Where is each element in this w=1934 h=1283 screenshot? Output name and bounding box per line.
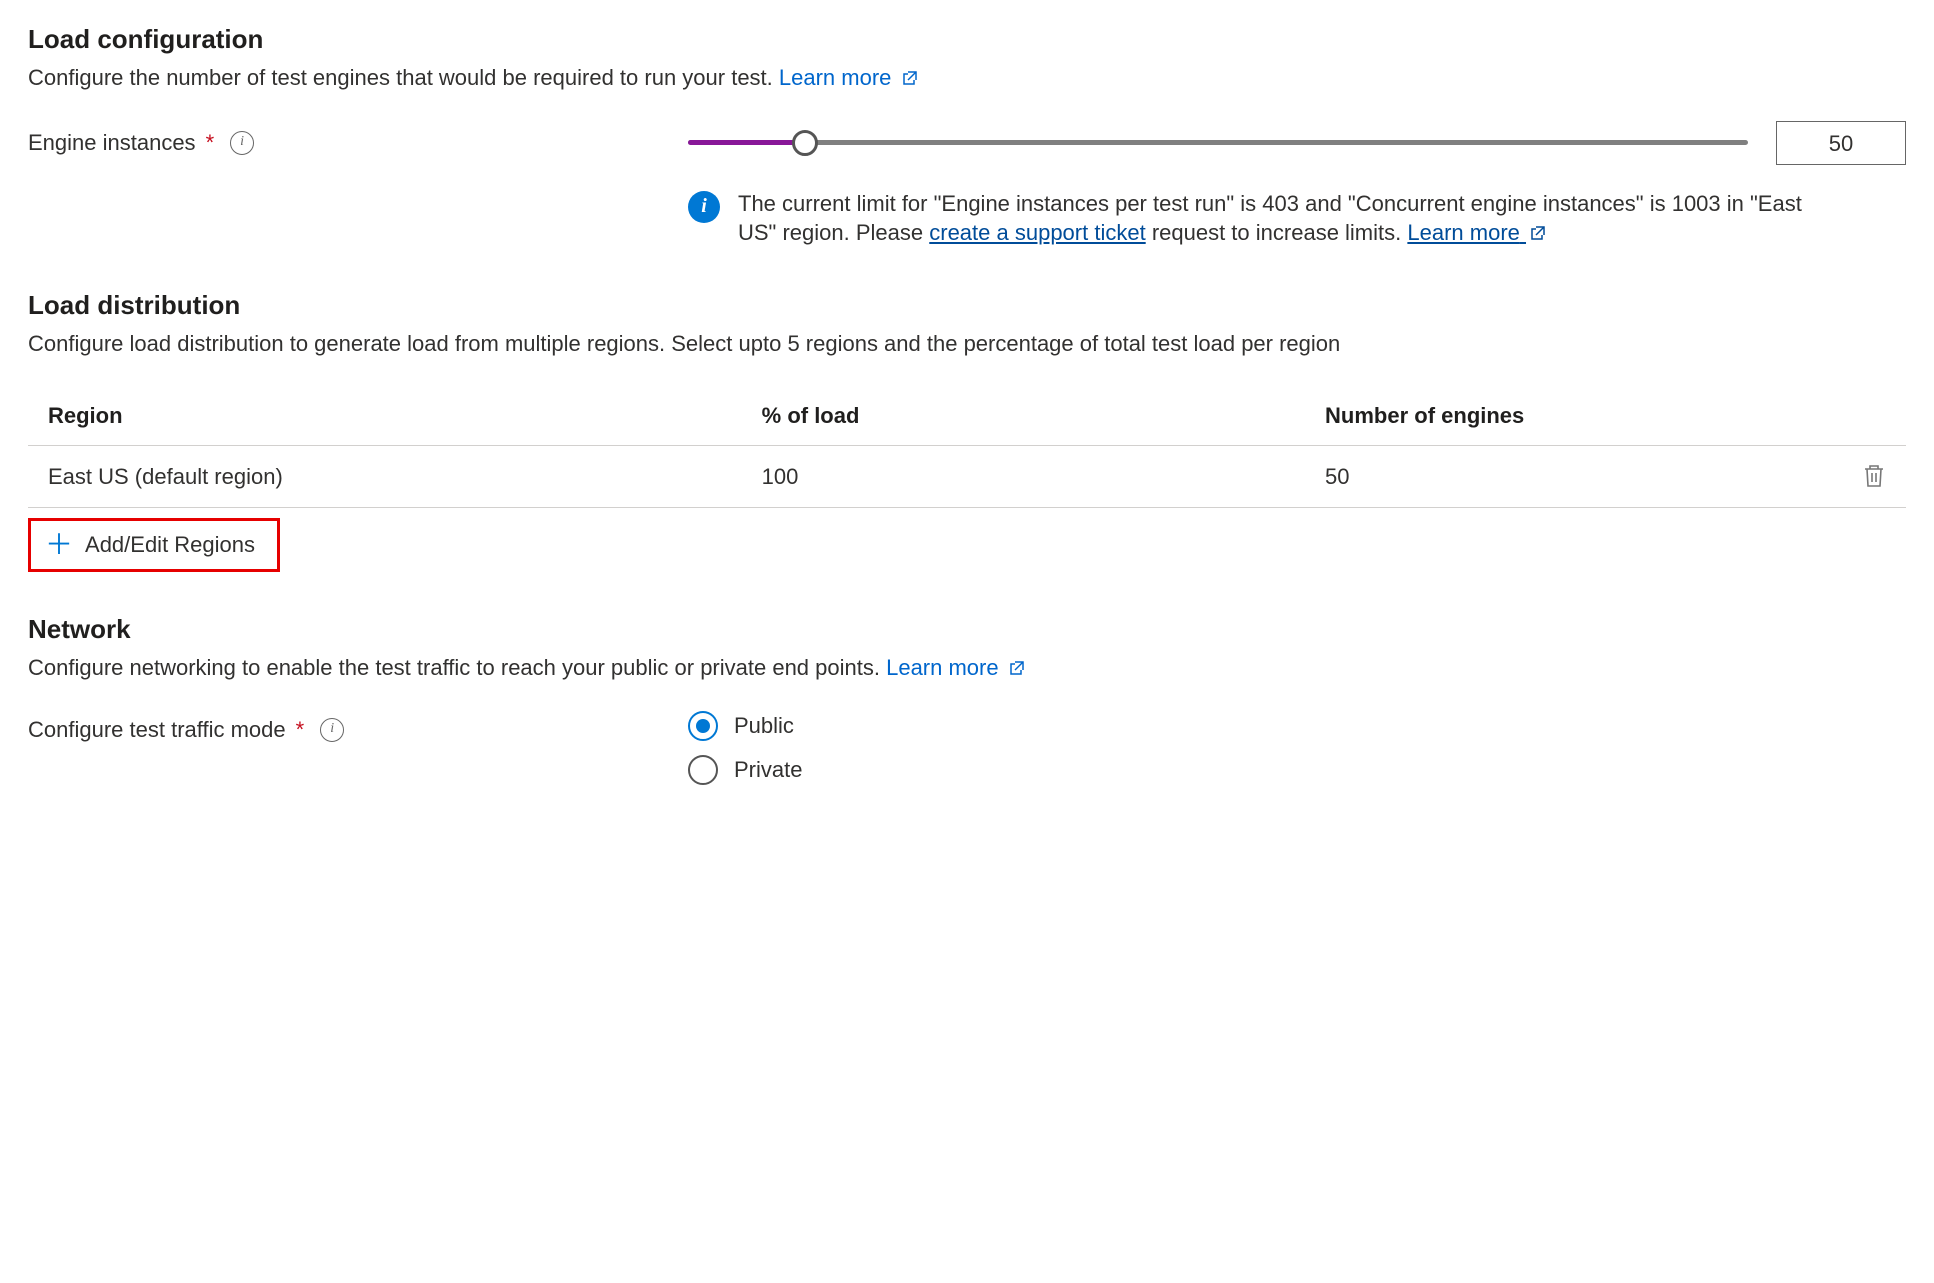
- network-title: Network: [28, 612, 1906, 647]
- external-link-icon: [902, 70, 918, 86]
- slider-thumb[interactable]: [792, 130, 818, 156]
- engine-limit-info-message: i The current limit for "Engine instance…: [688, 189, 1828, 248]
- cell-load: 100: [742, 445, 1305, 508]
- info-icon[interactable]: i: [230, 131, 254, 155]
- cell-engines: 50: [1305, 445, 1831, 508]
- delete-row-button[interactable]: [1831, 445, 1906, 508]
- engine-instances-slider-wrap: 50: [688, 121, 1906, 165]
- engine-instances-label: Engine instances * i: [28, 128, 688, 158]
- network-section: Network Configure networking to enable t…: [28, 612, 1906, 785]
- load-config-title: Load configuration: [28, 22, 1906, 57]
- col-header-load: % of load: [742, 387, 1305, 445]
- trash-icon: [1862, 463, 1886, 489]
- col-header-delete: [1831, 387, 1906, 445]
- engine-instances-value-input[interactable]: 50: [1776, 121, 1906, 165]
- radio-label-public: Public: [734, 711, 794, 741]
- traffic-mode-row: Configure test traffic mode * i Public P…: [28, 711, 1906, 785]
- table-row: East US (default region)10050: [28, 445, 1906, 508]
- info-icon[interactable]: i: [320, 718, 344, 742]
- cell-region: East US (default region): [28, 445, 742, 508]
- traffic-mode-public-radio[interactable]: Public: [688, 711, 802, 741]
- traffic-mode-private-radio[interactable]: Private: [688, 755, 802, 785]
- required-asterisk: *: [296, 715, 305, 745]
- info-filled-icon: i: [688, 191, 720, 223]
- add-edit-regions-label: Add/Edit Regions: [85, 532, 255, 558]
- create-support-ticket-link[interactable]: create a support ticket: [929, 220, 1145, 245]
- network-learn-more-link[interactable]: Learn more: [886, 655, 1025, 680]
- col-header-engines: Number of engines: [1305, 387, 1831, 445]
- load-config-desc: Configure the number of test engines tha…: [28, 63, 1778, 93]
- load-configuration-section: Load configuration Configure the number …: [28, 22, 1906, 248]
- add-edit-regions-button[interactable]: ＋ Add/Edit Regions: [28, 518, 280, 572]
- load-dist-desc: Configure load distribution to generate …: [28, 329, 1778, 359]
- load-config-desc-text: Configure the number of test engines tha…: [28, 65, 779, 90]
- load-config-learn-more-link[interactable]: Learn more: [779, 65, 918, 90]
- learn-more-label: Learn more: [779, 65, 892, 90]
- traffic-mode-radio-group: Public Private: [688, 711, 802, 785]
- traffic-mode-label: Configure test traffic mode * i: [28, 711, 688, 745]
- external-link-icon: [1530, 225, 1546, 241]
- engine-limit-text: The current limit for "Engine instances …: [738, 189, 1828, 248]
- load-distribution-section: Load distribution Configure load distrib…: [28, 288, 1906, 572]
- engine-instances-row: Engine instances * i 50: [28, 121, 1906, 165]
- radio-icon: [688, 711, 718, 741]
- engine-instances-slider[interactable]: [688, 130, 1748, 156]
- radio-icon: [688, 755, 718, 785]
- load-dist-title: Load distribution: [28, 288, 1906, 323]
- network-desc: Configure networking to enable the test …: [28, 653, 1778, 683]
- region-distribution-table: Region % of load Number of engines East …: [28, 387, 1906, 508]
- required-asterisk: *: [206, 128, 215, 158]
- radio-label-private: Private: [734, 755, 802, 785]
- col-header-region: Region: [28, 387, 742, 445]
- external-link-icon: [1009, 660, 1025, 676]
- limits-learn-more-link[interactable]: Learn more: [1407, 220, 1546, 245]
- plus-icon: ＋: [45, 531, 73, 559]
